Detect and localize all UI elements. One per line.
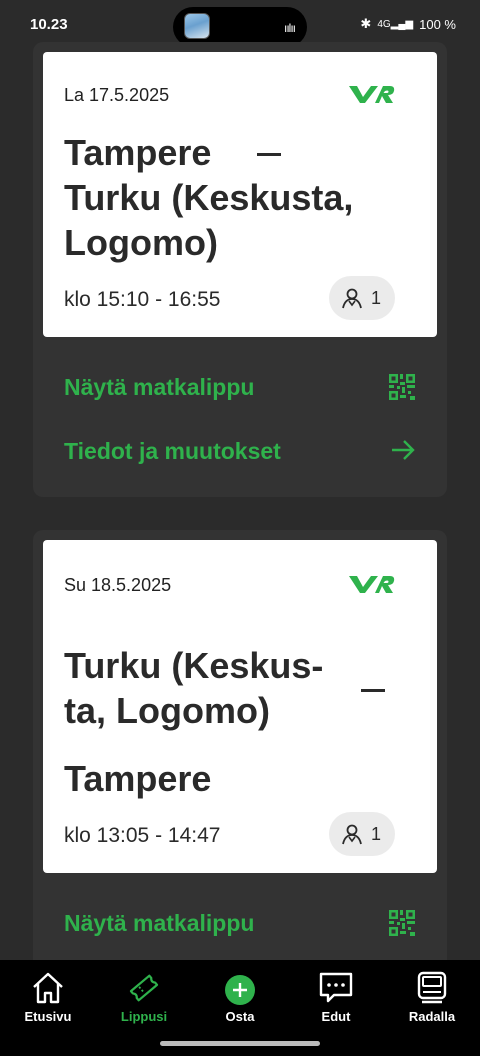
battery-label: 100 % — [419, 16, 456, 32]
details-label: Tiedot ja muutokset — [64, 438, 281, 464]
chat-bubble-icon — [319, 972, 353, 1003]
trip-date: La 17.5.2025 — [64, 85, 170, 105]
bluetooth-icon: ✱ — [360, 16, 372, 31]
show-ticket-label: Näytä matkalippu — [64, 910, 255, 936]
trip-time: klo 13:05 - 14:47 — [64, 824, 221, 847]
train-icon — [417, 971, 447, 1004]
passenger-count: 1 — [371, 824, 382, 844]
passenger-badge: 1 — [329, 812, 395, 856]
nav-label: Edut — [321, 1009, 351, 1024]
signal-icon: 4G▂▄▆ — [377, 18, 414, 30]
trip-time: klo 15:10 - 16:55 — [64, 288, 221, 311]
route-line: Logomo) — [64, 222, 218, 263]
person-icon — [342, 824, 362, 845]
route-line: Turku (Keskusta, — [64, 177, 354, 218]
nav-tickets[interactable]: Lippusi — [96, 966, 192, 1030]
details-and-changes-button[interactable]: Tiedot ja muutokset — [64, 430, 416, 470]
nav-benefits[interactable]: Edut — [288, 966, 384, 1030]
qr-code-icon — [389, 910, 415, 936]
show-ticket-button[interactable]: Näytä matkalippu — [64, 366, 416, 406]
audio-wave-icon: ıılıı — [283, 21, 296, 35]
route-to: Turku (Keskusta, Logomo) — [64, 175, 353, 265]
trip-date: Su 18.5.2025 — [64, 575, 172, 595]
passenger-count: 1 — [371, 288, 382, 308]
person-icon — [342, 288, 362, 309]
arrow-right-icon — [392, 440, 415, 460]
route-to: Tampere — [64, 756, 211, 801]
dynamic-island[interactable]: ıılıı — [173, 7, 307, 47]
nav-home[interactable]: Etusivu — [0, 966, 96, 1030]
nav-on-track[interactable]: Radalla — [384, 966, 480, 1030]
plus-circle-icon — [225, 975, 255, 1005]
ticket-card[interactable]: Su 18.5.2025 Turku (Keskus- ta, Logomo) … — [43, 540, 437, 873]
route-line: ta, Logomo) — [64, 690, 270, 731]
network-label: 4G — [377, 18, 391, 30]
media-thumbnail — [184, 13, 210, 39]
status-indicators: ✱ 4G▂▄▆ 100 % — [360, 16, 456, 32]
vr-logo — [349, 576, 395, 593]
route-from: Tampere — [64, 130, 211, 175]
route-line: Turku (Keskus- — [64, 645, 324, 686]
show-ticket-label: Näytä matkalippu — [64, 374, 255, 400]
nav-label: Lippusi — [120, 1009, 168, 1024]
route-from: Turku (Keskus- ta, Logomo) — [64, 643, 323, 733]
vr-logo — [349, 86, 395, 103]
route-dash — [361, 689, 385, 692]
home-icon — [33, 972, 63, 1004]
route-dash — [257, 153, 281, 156]
passenger-badge: 1 — [329, 276, 395, 320]
ticket-card[interactable]: La 17.5.2025 Tampere Turku (Keskusta, Lo… — [43, 52, 437, 337]
nav-buy[interactable]: Osta — [192, 966, 288, 1030]
qr-code-icon — [389, 374, 415, 400]
route-line: Tampere — [64, 758, 212, 799]
nav-label: Etusivu — [24, 1009, 72, 1024]
nav-label: Radalla — [408, 1009, 456, 1024]
show-ticket-button[interactable]: Näytä matkalippu — [64, 902, 416, 942]
route-line: Tampere — [64, 132, 212, 173]
status-time: 10.23 — [30, 16, 68, 33]
nav-label: Osta — [225, 1009, 255, 1024]
ticket-icon — [129, 974, 159, 1002]
home-indicator[interactable] — [160, 1041, 320, 1046]
